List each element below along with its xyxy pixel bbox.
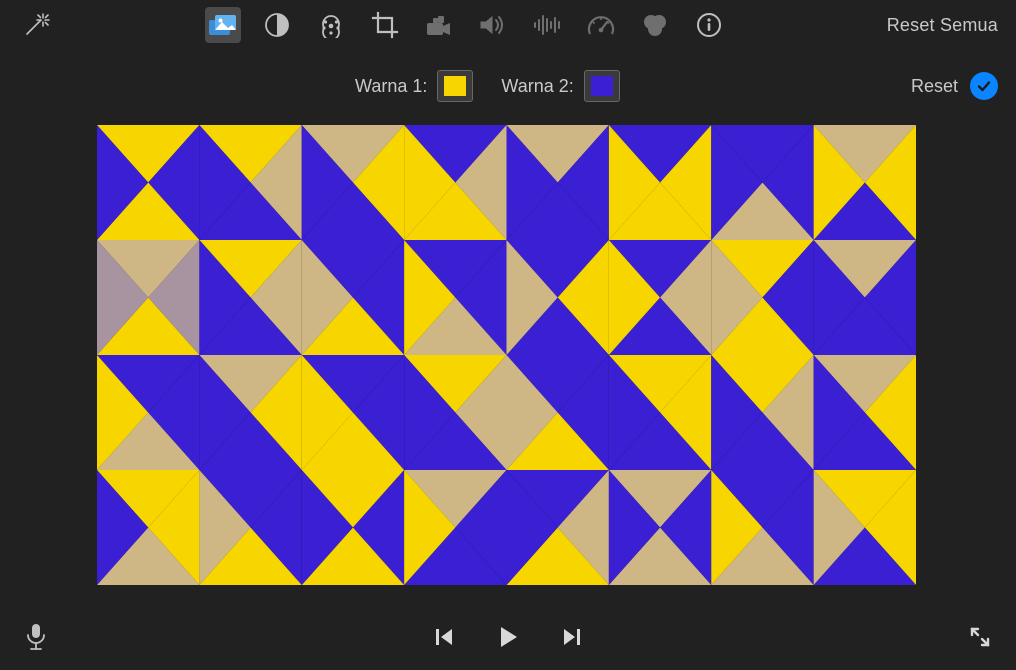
color-2-label: Warna 2: [501,76,573,97]
tool-strip [205,7,727,43]
pattern-canvas [97,125,916,585]
reset-all-label: Reset Semua [887,15,998,35]
stabilization-tool-icon[interactable] [421,7,457,43]
reset-label[interactable]: Reset [911,76,958,97]
clip-information-icon[interactable] [691,7,727,43]
apply-checkmark-button[interactable] [970,72,998,100]
color-1-well[interactable] [437,70,473,102]
fullscreen-toggle-icon[interactable] [962,619,998,655]
color-sub-toolbar: Warna 1: Warna 2: Reset [0,62,1016,110]
speed-tool-icon[interactable] [583,7,619,43]
voiceover-mic-icon[interactable] [18,619,54,655]
bottom-bar [0,604,1016,670]
previous-frame-button[interactable] [426,619,462,655]
color-1-label: Warna 1: [355,76,427,97]
next-frame-button[interactable] [554,619,590,655]
color-2-swatch [591,76,613,96]
video-overlay-tool-icon[interactable] [205,7,241,43]
transport-controls [426,619,590,655]
clip-filter-tool-icon[interactable] [637,7,673,43]
color-2-well[interactable] [584,70,620,102]
color-controls: Warna 1: Warna 2: [355,70,620,102]
reset-all-button[interactable]: Reset Semua [887,15,998,36]
reset-section: Reset [911,72,998,100]
play-button[interactable] [490,619,526,655]
color-correction-tool-icon[interactable] [313,7,349,43]
crop-tool-icon[interactable] [367,7,403,43]
top-toolbar: Reset Semua [0,0,1016,50]
color-1-swatch [444,76,466,96]
app-root: Reset Semua Warna 1: Warna 2: Reset [0,0,1016,670]
noise-reduction-tool-icon[interactable] [529,7,565,43]
volume-tool-icon[interactable] [475,7,511,43]
magic-wand-icon[interactable] [18,7,54,43]
preview-viewer [97,125,916,585]
color-balance-tool-icon[interactable] [259,7,295,43]
